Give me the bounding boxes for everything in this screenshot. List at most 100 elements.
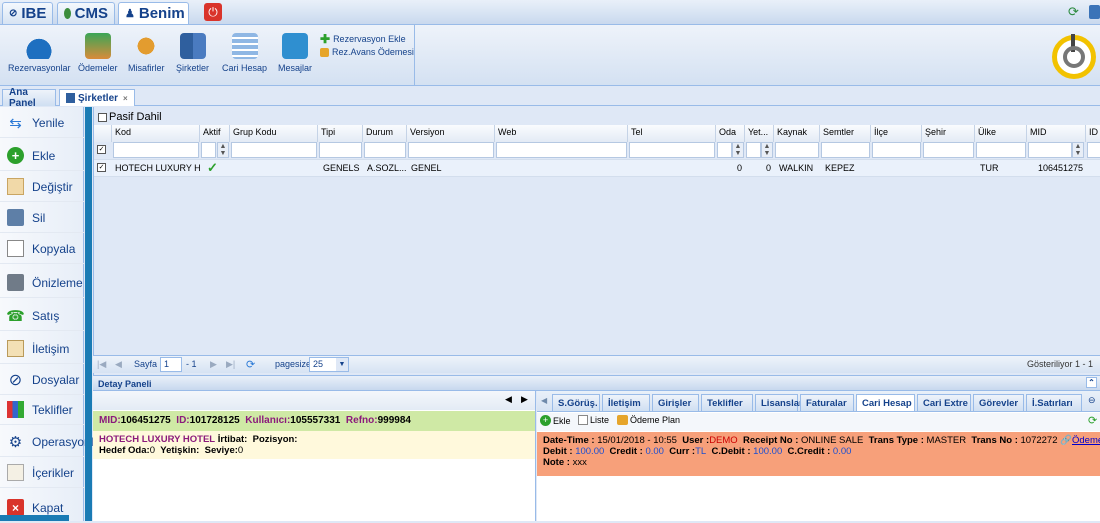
column-header[interactable]: Aktif bbox=[200, 125, 230, 142]
filter-ilce[interactable] bbox=[872, 142, 921, 158]
sidebar-item-contents[interactable]: İçerikler bbox=[0, 458, 84, 488]
payment-link[interactable]: Ödeme Linki bbox=[1072, 435, 1100, 446]
reservations-button[interactable]: Rezervasyonlar bbox=[8, 33, 71, 73]
column-header[interactable]: Durum bbox=[363, 125, 407, 142]
column-header[interactable]: Web bbox=[495, 125, 628, 142]
close-tab-icon[interactable]: × bbox=[123, 94, 128, 103]
tab-lisanslar[interactable]: Lisanslar bbox=[755, 394, 803, 411]
sidebar-item-contact[interactable]: İletişim bbox=[0, 334, 84, 364]
tab-benim[interactable]: ♟ Benim bbox=[118, 2, 189, 24]
filter-yet-spinner[interactable]: ▲ ▼ bbox=[761, 142, 773, 158]
last-page-icon[interactable]: ▶| bbox=[226, 359, 235, 370]
select-all-checkbox[interactable]: ✓ bbox=[97, 145, 106, 154]
filter-oda[interactable] bbox=[717, 142, 732, 158]
filter-sehir[interactable] bbox=[923, 142, 974, 158]
column-header[interactable]: Şehir bbox=[922, 125, 975, 142]
add-reservation-button[interactable]: ✚ Rezervasyon Ekle bbox=[320, 32, 406, 46]
tab-girisler[interactable]: Girişler bbox=[652, 394, 699, 411]
tab-teklifler[interactable]: Teklifler bbox=[701, 394, 753, 411]
arrow-right-icon[interactable]: ▶ bbox=[521, 394, 528, 405]
column-header[interactable]: Versiyon bbox=[407, 125, 495, 142]
page-input[interactable]: 1 bbox=[160, 357, 182, 372]
sidebar-item-sales[interactable]: ☎ Satış bbox=[0, 301, 84, 331]
tab-s-gorus[interactable]: S.Görüş. bbox=[552, 394, 600, 411]
sidebar-item-files[interactable]: ⊘ Dosyalar bbox=[0, 365, 84, 395]
filter-durum[interactable] bbox=[364, 142, 406, 158]
sidebar-item-delete[interactable]: Sil bbox=[0, 203, 84, 233]
filter-web[interactable] bbox=[496, 142, 627, 158]
column-header[interactable]: Ülke bbox=[975, 125, 1027, 142]
refresh-icon[interactable]: ⟳ bbox=[1088, 414, 1097, 427]
column-header[interactable]: ID bbox=[1086, 125, 1100, 142]
filter-aktif-spinner[interactable]: ▲ ▼ bbox=[217, 142, 229, 158]
filter-kod[interactable] bbox=[113, 142, 199, 158]
filter-semtler[interactable] bbox=[821, 142, 870, 158]
filter-kaynak[interactable] bbox=[775, 142, 819, 158]
tab-scroll-left-icon[interactable]: ◀ bbox=[541, 396, 547, 405]
filter-tel[interactable] bbox=[629, 142, 715, 158]
power-icon[interactable]: ⏻ bbox=[204, 3, 222, 21]
current-account-button[interactable]: Cari Hesap bbox=[222, 33, 267, 73]
tab-gorevler[interactable]: Görevler bbox=[973, 394, 1024, 411]
sidebar-scrollbar[interactable] bbox=[0, 515, 69, 521]
filter-ulke[interactable] bbox=[976, 142, 1026, 158]
filter-grup-kodu[interactable] bbox=[231, 142, 317, 158]
payments-button[interactable]: Ödemeler bbox=[78, 33, 118, 73]
add-record-button[interactable]: + Ekle bbox=[540, 415, 571, 426]
tab-faturalar[interactable]: Faturalar bbox=[800, 394, 854, 411]
filter-yet[interactable] bbox=[746, 142, 761, 158]
row-checkbox[interactable]: ✓ bbox=[97, 163, 106, 172]
tab-i-satirlari[interactable]: İ.Satırları bbox=[1026, 394, 1082, 411]
sidebar-item-preview[interactable]: Önizleme bbox=[0, 268, 84, 298]
sidebar-item-edit[interactable]: Değiştir bbox=[0, 172, 84, 202]
column-header[interactable]: MID bbox=[1027, 125, 1086, 142]
tab-companies[interactable]: Şirketler × bbox=[59, 89, 135, 106]
first-page-icon[interactable]: |◀ bbox=[97, 359, 106, 370]
payment-plan-button[interactable]: Ödeme Plan bbox=[617, 415, 680, 425]
filter-id[interactable] bbox=[1087, 142, 1100, 158]
sidebar-item-offers[interactable]: Teklifler bbox=[0, 395, 84, 425]
filter-mid[interactable] bbox=[1028, 142, 1072, 158]
filter-mid-spinner[interactable]: ▲ ▼ bbox=[1072, 142, 1084, 158]
collapse-icon[interactable]: ⌃ bbox=[1086, 377, 1097, 388]
filter-versiyon[interactable] bbox=[408, 142, 494, 158]
column-header[interactable]: İlçe bbox=[871, 125, 922, 142]
column-header[interactable]: Semtler bbox=[820, 125, 871, 142]
settings-icon[interactable] bbox=[1089, 5, 1100, 19]
sidebar-item-refresh[interactable]: ⇆ Yenile bbox=[0, 108, 84, 138]
list-button[interactable]: Liste bbox=[578, 415, 609, 425]
guests-button[interactable]: Misafirler bbox=[128, 33, 165, 73]
arrow-left-icon[interactable]: ◀ bbox=[505, 394, 512, 405]
tab-scroll-right-icon[interactable]: ⊖ bbox=[1088, 395, 1096, 406]
next-page-icon[interactable]: ▶ bbox=[210, 359, 217, 370]
tab-cms[interactable]: CMS bbox=[57, 2, 115, 24]
tab-iletisim[interactable]: İletişim bbox=[602, 394, 650, 411]
tab-cari-hesap[interactable]: Cari Hesap bbox=[856, 394, 915, 411]
tab-cari-extre[interactable]: Cari Extre bbox=[917, 394, 971, 411]
filter-tipi[interactable] bbox=[319, 142, 362, 158]
column-header[interactable]: Kod bbox=[112, 125, 200, 142]
sidebar-item-copy[interactable]: Kopyala bbox=[0, 234, 84, 264]
column-header[interactable]: Yet... bbox=[745, 125, 774, 142]
prev-page-icon[interactable]: ◀ bbox=[115, 359, 122, 370]
table-row[interactable] bbox=[94, 159, 1100, 177]
refresh-global-icon[interactable]: ⟳ bbox=[1068, 5, 1082, 19]
sidebar-item-operations[interactable]: ⚙ Operasyonlar bbox=[0, 427, 104, 457]
column-header[interactable]: Kaynak bbox=[774, 125, 820, 142]
sidebar-splitter[interactable] bbox=[85, 107, 92, 521]
column-header[interactable]: Grup Kodu bbox=[230, 125, 318, 142]
include-passive-checkbox[interactable]: Pasif Dahil bbox=[98, 111, 162, 123]
filter-oda-spinner[interactable]: ▲ ▼ bbox=[732, 142, 744, 158]
column-header[interactable]: Tipi bbox=[318, 125, 363, 142]
sidebar-item-add[interactable]: + Ekle bbox=[0, 141, 84, 171]
pagesize-select[interactable]: 25 ▼ bbox=[309, 357, 349, 372]
messages-button[interactable]: Mesajlar bbox=[278, 33, 312, 73]
companies-button[interactable]: Şirketler bbox=[176, 33, 209, 73]
tab-ibe[interactable]: ⊘ IBE bbox=[2, 2, 53, 24]
column-header[interactable]: Tel bbox=[628, 125, 716, 142]
pager-refresh-icon[interactable]: ⟳ bbox=[246, 358, 255, 371]
res-advance-payment-button[interactable]: Rez.Avans Ödemesi bbox=[320, 47, 414, 57]
filter-aktif[interactable] bbox=[201, 142, 216, 158]
column-header[interactable]: Oda bbox=[716, 125, 745, 142]
header-select-all[interactable] bbox=[94, 125, 112, 142]
